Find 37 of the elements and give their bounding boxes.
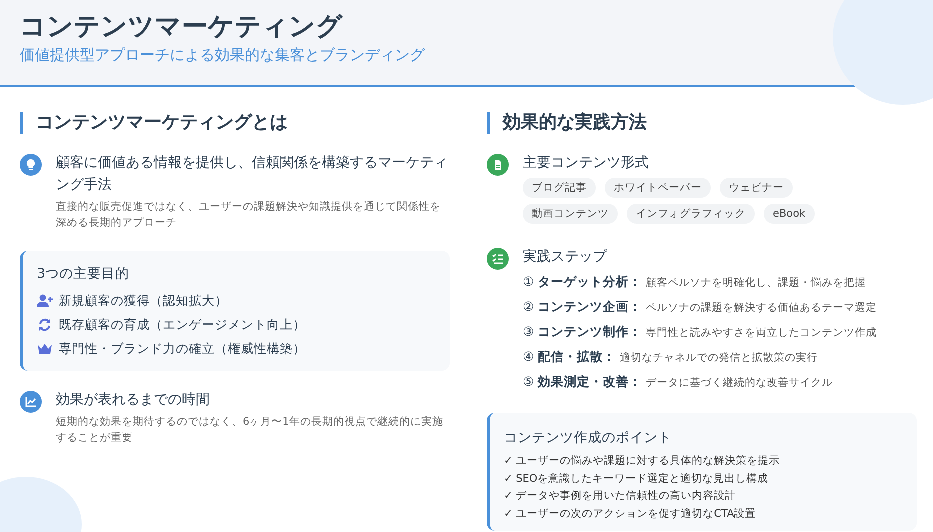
card-title: コンテンツ作成のポイント (504, 429, 672, 447)
timeline-description: 短期的な効果を期待するのではなく、6ヶ月〜1年の長期的視点で継続的に実施することが重要 (56, 415, 444, 446)
page-subtitle: 価値提供型アプローチによる効果的な集客とブランディング (20, 46, 425, 65)
chart-icon (20, 391, 42, 413)
step-item: ① ターゲット分析： 顧客ペルソナを明確化し、課題・悩みを把握 (523, 273, 868, 291)
timeline-title: 効果が表れるまでの時間 (56, 391, 211, 410)
point-text: ✓ ユーザーの悩みや課題に対する具体的な解決策を提示 (504, 454, 782, 469)
definition-title: 顧客に価値ある情報を提供し、信頼関係を構築するマーケティング手法 (56, 154, 449, 195)
format-tag: ホワイトペーパー (605, 178, 711, 198)
step-item: ② コンテンツ企画： ペルソナの課題を解決する価値あるテーマ選定 (523, 298, 878, 316)
step-item: ③ コンテンツ制作： 専門性と読みやすさを両立したコンテンツ作成 (523, 323, 878, 341)
checklist-icon (487, 248, 509, 270)
goal-text: 専門性・ブランド力の確立（権威性構築） (59, 340, 306, 358)
user-plus-icon (37, 294, 53, 308)
point-text: ✓ SEOを意識したキーワード選定と適切な見出し構成 (504, 472, 770, 486)
refresh-icon (37, 318, 53, 332)
point-text: ✓ ユーザーの次のアクションを促す適切なCTA設置 (504, 506, 758, 522)
crown-icon (37, 342, 53, 356)
goal-text: 既存顧客の育成（エンゲージメント向上） (59, 316, 306, 334)
steps-title: 実践ステップ (523, 248, 608, 267)
formats-title: 主要コンテンツ形式 (523, 154, 650, 173)
format-tag: ウェビナー (720, 178, 793, 198)
step-item: ④ 配信・拡散： 適切なチャネルでの発信と拡散策の実行 (523, 348, 820, 366)
format-tag: 動画コンテンツ (523, 204, 618, 224)
format-tag: インフォグラフィック (627, 204, 755, 224)
page-title: コンテンツマーケティング (20, 11, 343, 44)
section-heading: 効果的な実践方法 (487, 112, 647, 134)
lightbulb-icon (20, 154, 42, 176)
point-text: ✓ データや事例を用いた信頼性の高い内容設計 (504, 489, 738, 504)
format-tag: ブログ記事 (523, 178, 596, 198)
document-icon (487, 154, 509, 176)
definition-description: 直接的な販売促進ではなく、ユーザーの課題解決や知識提供を通じて関係性を深める長期的アプローチ (56, 200, 442, 231)
goal-text: 新規顧客の獲得（認知拡大） (59, 292, 228, 310)
format-tag: eBook (764, 204, 815, 224)
section-heading: コンテンツマーケティングとは (20, 112, 288, 134)
step-item: ⑤ 効果測定・改善： データに基づく継続的な改善サイクル (523, 373, 834, 391)
card-title: 3つの主要目的 (37, 265, 130, 283)
